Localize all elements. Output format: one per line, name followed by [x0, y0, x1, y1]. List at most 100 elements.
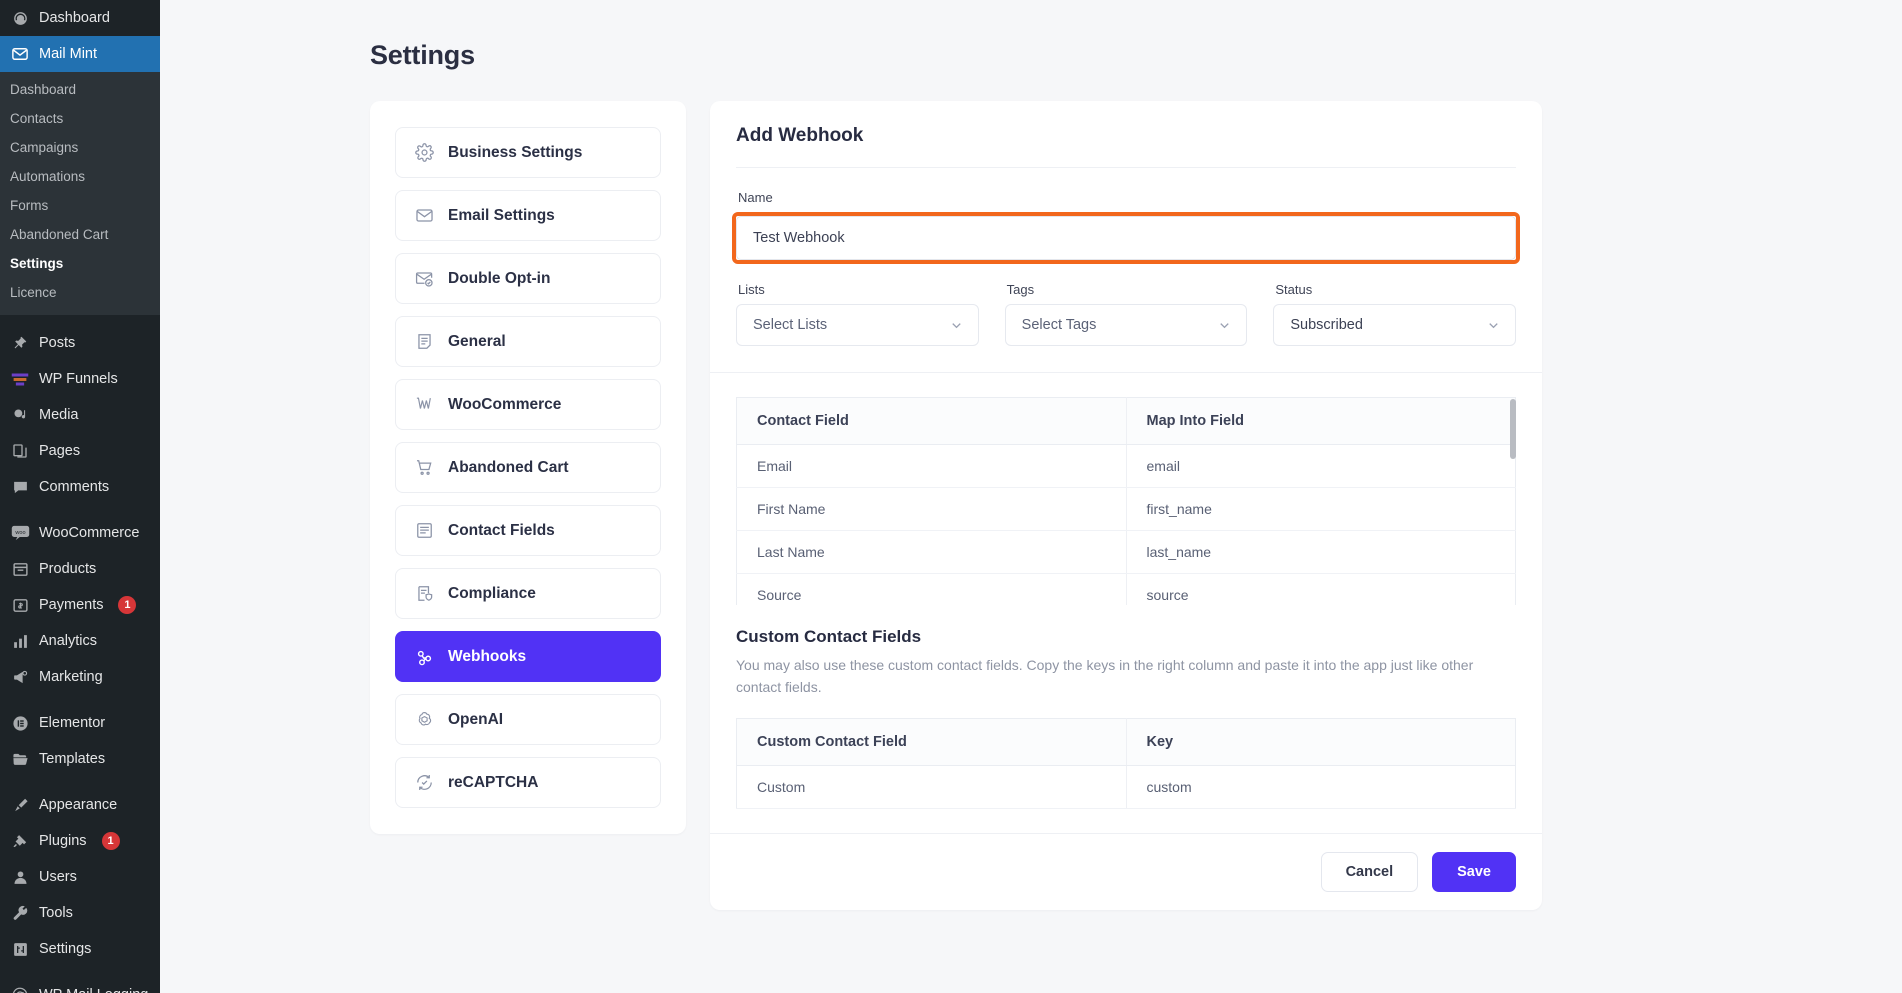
settings-nav-item-abandoned-cart[interactable]: Abandoned Cart	[395, 442, 661, 493]
svg-text:woo: woo	[14, 530, 25, 536]
submenu-item-dashboard[interactable]: Dashboard	[0, 75, 160, 104]
settings-nav-item-openai[interactable]: OpenAI	[395, 694, 661, 745]
sidebar-divider	[0, 777, 160, 787]
table-row: Custom custom	[736, 765, 1516, 809]
wp-menu-appearance[interactable]: Appearance	[0, 787, 160, 823]
status-select-value: Subscribed	[1290, 317, 1363, 333]
wp-menu-tools[interactable]: Tools	[0, 895, 160, 931]
settings-nav-item-general[interactable]: General	[395, 316, 661, 367]
cart-icon	[414, 458, 434, 478]
table-row: Source source	[736, 573, 1516, 605]
settings-nav-panel: Business Settings Email Settings Double …	[370, 101, 686, 834]
lists-select[interactable]: Select Lists	[736, 304, 979, 346]
settings-nav-label: WooCommerce	[448, 395, 562, 413]
settings-nav-label: Abandoned Cart	[448, 458, 569, 476]
submenu-item-abandoned-cart[interactable]: Abandoned Cart	[0, 220, 160, 249]
table-header-row: Contact Field Map Into Field	[736, 397, 1516, 445]
settings-nav-item-compliance[interactable]: Compliance	[395, 568, 661, 619]
lists-label: Lists	[738, 282, 765, 297]
submenu-item-campaigns[interactable]: Campaigns	[0, 133, 160, 162]
wp-menu-marketing[interactable]: Marketing	[0, 659, 160, 695]
submenu-item-settings[interactable]: Settings	[0, 249, 160, 278]
wp-menu-dashboard[interactable]: Dashboard	[0, 0, 160, 36]
settings-nav-item-email-settings[interactable]: Email Settings	[395, 190, 661, 241]
wp-menu-label: Tools	[39, 905, 73, 921]
wp-menu-payments[interactable]: Payments 1	[0, 587, 160, 623]
custom-fields-description: You may also use these custom contact fi…	[736, 657, 1474, 695]
cell-map-into-field: first_name	[1126, 487, 1516, 531]
wp-menu-settings[interactable]: Settings	[0, 931, 160, 967]
tags-select[interactable]: Select Tags	[1004, 304, 1248, 346]
wp-menu-media[interactable]: Media	[0, 397, 160, 433]
appearance-icon	[10, 795, 30, 815]
custom-fields-title: Custom Contact Fields	[736, 627, 922, 646]
wp-menu-woocommerce[interactable]: woo WooCommerce	[0, 515, 160, 551]
wp-menu-mail-mint[interactable]: Mail Mint	[0, 36, 160, 72]
table-scrollbar-thumb[interactable]	[1510, 399, 1516, 459]
sidebar-divider	[0, 695, 160, 705]
lists-select-value: Select Lists	[753, 317, 828, 333]
settings-nav-label: Email Settings	[448, 206, 555, 224]
document-icon	[414, 332, 434, 352]
field-mapping-table-scroll[interactable]: Contact Field Map Into Field Email email…	[736, 397, 1516, 605]
wp-menu-label: Products	[39, 561, 97, 577]
wp-menu-label: Payments	[39, 597, 104, 613]
webhook-name-input[interactable]	[736, 216, 1516, 260]
field-mapping-table: Contact Field Map Into Field Email email…	[736, 397, 1516, 605]
column-header-map-into-field: Map Into Field	[1126, 397, 1516, 445]
wp-menu-label: Plugins	[39, 833, 87, 849]
wp-menu-posts[interactable]: Posts	[0, 325, 160, 361]
settings-nav-label: Business Settings	[448, 143, 583, 161]
save-button[interactable]: Save	[1432, 852, 1516, 892]
analytics-icon	[10, 631, 30, 651]
funnel-icon	[10, 369, 30, 389]
wp-menu-analytics[interactable]: Analytics	[0, 623, 160, 659]
settings-nav-item-business-settings[interactable]: Business Settings	[395, 127, 661, 178]
wp-menu-comments[interactable]: Comments	[0, 469, 160, 505]
submenu-item-automations[interactable]: Automations	[0, 162, 160, 191]
submenu-item-licence[interactable]: Licence	[0, 278, 160, 307]
wp-menu-label: WooCommerce	[39, 525, 140, 541]
cell-map-into-field: last_name	[1126, 530, 1516, 574]
cell-key: custom	[1126, 765, 1516, 809]
wp-menu-plugins[interactable]: Plugins 1	[0, 823, 160, 859]
wp-menu-wp-mail-logging[interactable]: WP Mail Logging	[0, 977, 160, 993]
name-label: Name	[738, 190, 773, 205]
cell-map-into-field: email	[1126, 444, 1516, 488]
wp-menu-label: Comments	[39, 479, 110, 495]
woocommerce-icon	[414, 395, 434, 415]
sidebar-divider	[0, 315, 160, 325]
settings-nav-label: Webhooks	[448, 647, 527, 665]
submenu-item-contacts[interactable]: Contacts	[0, 104, 160, 133]
wp-menu-products[interactable]: Products	[0, 551, 160, 587]
cell-contact-field: Last Name	[736, 530, 1127, 574]
cell-contact-field: Source	[736, 573, 1127, 605]
cell-map-into-field: source	[1126, 573, 1516, 605]
table-scrollbar[interactable]	[1510, 399, 1516, 603]
submenu-item-forms[interactable]: Forms	[0, 191, 160, 220]
wp-menu-label: WP Funnels	[39, 371, 118, 387]
wp-menu-label: Templates	[39, 751, 106, 767]
column-header-custom-contact-field: Custom Contact Field	[736, 718, 1127, 766]
wp-menu-label: Analytics	[39, 633, 98, 649]
wp-menu-templates[interactable]: Templates	[0, 741, 160, 777]
wp-menu-pages[interactable]: Pages	[0, 433, 160, 469]
gear-icon	[414, 143, 434, 163]
pages-icon	[10, 441, 30, 461]
settings-nav-item-woocommerce[interactable]: WooCommerce	[395, 379, 661, 430]
wp-menu-wp-funnels[interactable]: WP Funnels	[0, 361, 160, 397]
settings-nav-item-contact-fields[interactable]: Contact Fields	[395, 505, 661, 556]
wp-menu-users[interactable]: Users	[0, 859, 160, 895]
card-body: Name Lists Select Lists	[710, 190, 1542, 372]
settings-nav-item-recaptcha[interactable]: reCAPTCHA	[395, 757, 661, 808]
settings-nav-item-webhooks[interactable]: Webhooks	[395, 631, 661, 682]
cancel-button[interactable]: Cancel	[1320, 852, 1419, 892]
products-icon	[10, 559, 30, 579]
envelope-check-icon	[414, 269, 434, 289]
settings-nav-item-double-opt-in[interactable]: Double Opt-in	[395, 253, 661, 304]
settings-nav-label: Contact Fields	[448, 521, 555, 539]
openai-icon	[414, 710, 434, 730]
wp-menu-elementor[interactable]: Elementor	[0, 705, 160, 741]
status-select[interactable]: Subscribed	[1273, 304, 1517, 346]
wp-menu-label: Settings	[39, 941, 92, 957]
